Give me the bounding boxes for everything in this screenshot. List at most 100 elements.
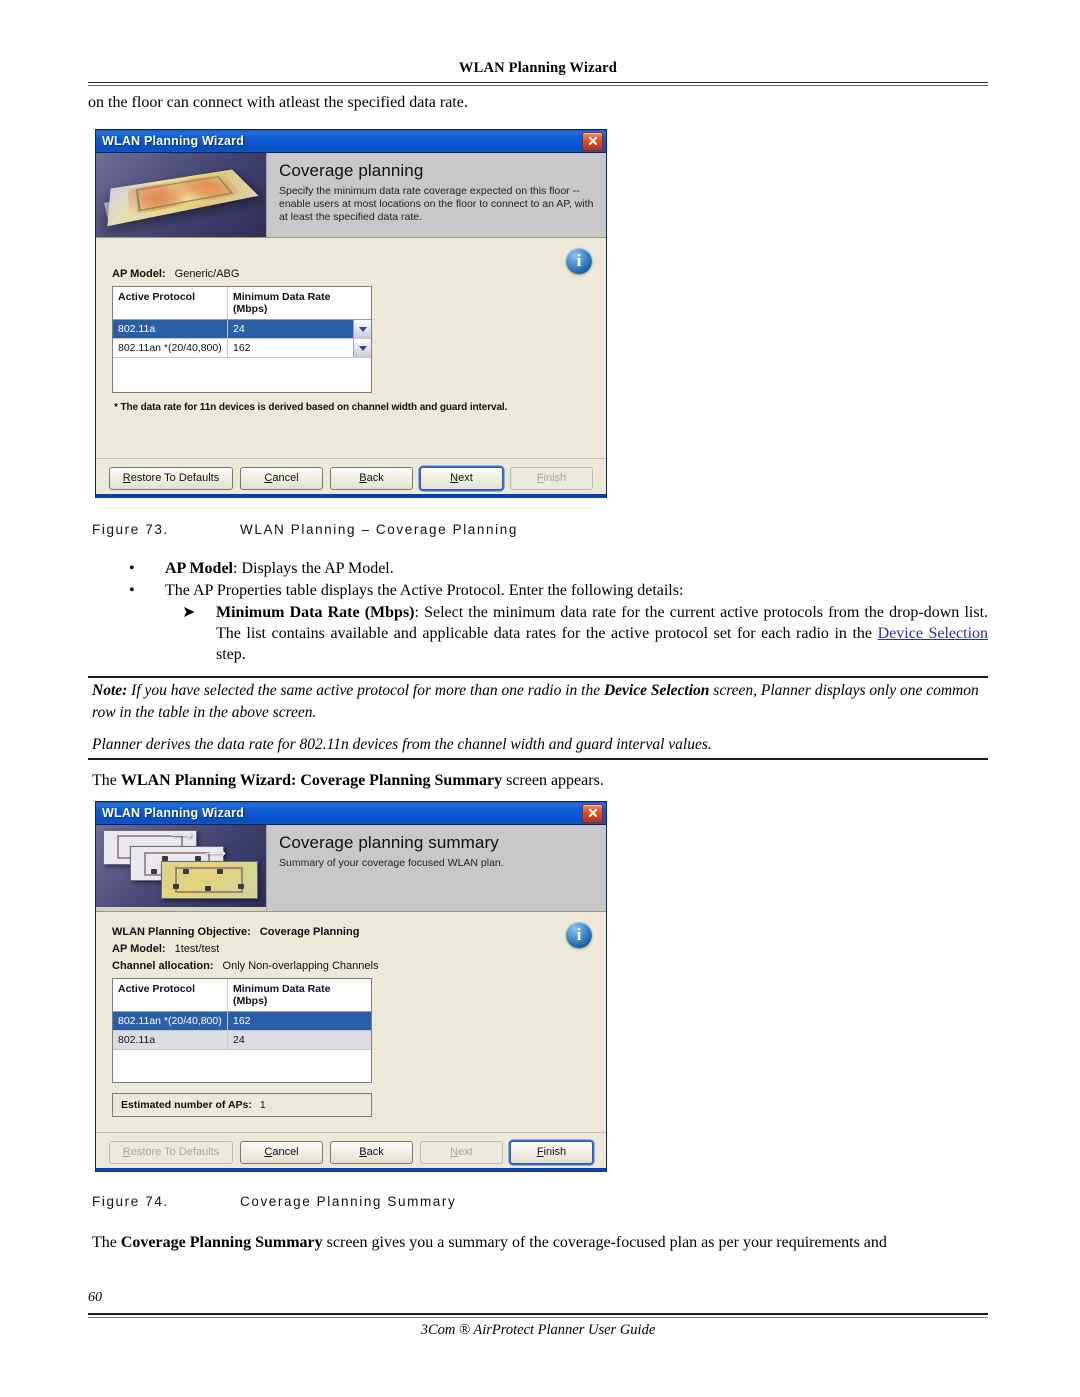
estimated-aps-label: Estimated number of APs: bbox=[121, 1099, 252, 1111]
objective-value: Coverage Planning bbox=[259, 926, 360, 938]
column-header-active-protocol: Active Protocol bbox=[113, 287, 228, 319]
table-empty-area bbox=[113, 1050, 371, 1082]
closing-pre: The bbox=[92, 1234, 121, 1251]
cell-protocol: 802.11an *(20/40,800) bbox=[113, 339, 228, 357]
cell-data-rate: 24 bbox=[233, 1034, 245, 1046]
figure-73-text: WLAN Planning – Coverage Planning bbox=[240, 522, 518, 537]
cell-data-rate: 162 bbox=[233, 1015, 251, 1027]
cell-data-rate[interactable]: 24 bbox=[228, 320, 371, 338]
cell-protocol: 802.11a bbox=[113, 320, 228, 338]
column-header-minimum-data-rate: Minimum Data Rate (Mbps) bbox=[233, 983, 331, 1007]
info-icon[interactable]: i bbox=[566, 922, 592, 948]
chevron-down-icon[interactable] bbox=[353, 320, 371, 338]
dialog1-banner-description: Specify the minimum data rate coverage e… bbox=[279, 185, 594, 223]
table-row[interactable]: 802.11an *(20/40,800) 162 bbox=[113, 339, 371, 358]
dialog2-banner: ⟶ ⟶ Coverage planning summary Summary of… bbox=[96, 825, 606, 912]
dialog2-ap-model-row: AP Model: 1test/test bbox=[112, 943, 594, 955]
bullet-2: • The AP Properties table displays the A… bbox=[129, 582, 684, 599]
table-row[interactable]: 802.11an *(20/40,800) 162 bbox=[113, 1012, 371, 1031]
dialog2-button-bar: Restore To Defaults Cancel Back Next Fin… bbox=[96, 1132, 606, 1172]
finish-button: Finish bbox=[510, 466, 593, 490]
back-button[interactable]: Back bbox=[330, 466, 413, 490]
bullet-2-text: The AP Properties table displays the Act… bbox=[165, 582, 684, 599]
note-paragraph-1: Note: If you have selected the same acti… bbox=[92, 680, 988, 724]
sub-bullet-rest-3: step. bbox=[216, 646, 246, 663]
lead-in-post: screen appears. bbox=[502, 772, 604, 789]
estimated-aps-value: 1 bbox=[259, 1099, 266, 1111]
finish-button[interactable]: Finish bbox=[510, 1140, 593, 1164]
dialog1-title: WLAN Planning Wizard bbox=[102, 134, 245, 148]
coverage-planning-summary-dialog[interactable]: WLAN Planning Wizard ⟶ ⟶ Coverage planni… bbox=[95, 801, 607, 1172]
running-header: WLAN Planning Wizard bbox=[458, 60, 618, 76]
bullet-1-bold: AP Model bbox=[165, 560, 233, 577]
back-button[interactable]: Back bbox=[330, 1140, 413, 1164]
wlan-objective-row: WLAN Planning Objective: Coverage Planni… bbox=[112, 926, 594, 938]
chevron-down-icon[interactable] bbox=[353, 339, 371, 357]
next-button[interactable]: Next bbox=[420, 466, 503, 490]
dialog2-titlebar: WLAN Planning Wizard bbox=[96, 802, 606, 825]
table-row[interactable]: 802.11a 24 bbox=[113, 320, 371, 339]
close-icon[interactable] bbox=[582, 803, 603, 823]
dialog1-content: i AP Model: Generic/ABG Active Protocol … bbox=[96, 238, 606, 492]
figure-74-caption: Figure 74. Coverage Planning Summary bbox=[92, 1194, 456, 1209]
intro-paragraph: on the floor can connect with atleast th… bbox=[88, 94, 468, 111]
sub-bullet-1: ➤ Minimum Data Rate (Mbps): Select the m… bbox=[182, 604, 989, 663]
restore-to-defaults-button[interactable]: Restore To Defaults bbox=[109, 466, 233, 490]
note-label: Note: bbox=[92, 682, 128, 699]
close-icon[interactable] bbox=[582, 131, 603, 151]
figure-74-number: Figure 74. bbox=[92, 1194, 169, 1209]
coverage-planning-dialog[interactable]: WLAN Planning Wizard Coverage planning S… bbox=[95, 129, 607, 498]
next-button: Next bbox=[420, 1140, 503, 1164]
note-device-selection: Device Selection bbox=[603, 682, 710, 699]
cancel-button[interactable]: Cancel bbox=[240, 1140, 323, 1164]
note-line1-a: If you have selected the same active pro… bbox=[127, 682, 604, 699]
table-empty-area bbox=[113, 358, 371, 392]
dialog1-banner-text: Coverage planning Specify the minimum da… bbox=[266, 153, 606, 237]
figure-73-number: Figure 73. bbox=[92, 522, 169, 537]
dialog1-titlebar: WLAN Planning Wizard bbox=[96, 130, 606, 153]
cancel-button[interactable]: Cancel bbox=[240, 466, 323, 490]
page-number: 60 bbox=[88, 1290, 102, 1305]
summary-protocol-table: Active Protocol Minimum Data Rate (Mbps)… bbox=[112, 978, 372, 1083]
ap-model-label: AP Model: bbox=[112, 268, 166, 280]
note-paragraph-2: Planner derives the data rate for 802.11… bbox=[92, 736, 712, 753]
lead-in-paragraph: The WLAN Planning Wizard: Coverage Plann… bbox=[92, 770, 988, 791]
cell-protocol: 802.11a bbox=[113, 1031, 228, 1049]
figure-74-text: Coverage Planning Summary bbox=[240, 1194, 457, 1209]
info-icon[interactable]: i bbox=[566, 248, 592, 274]
restore-to-defaults-button: Restore To Defaults bbox=[109, 1140, 233, 1164]
header-rule-thin bbox=[88, 85, 988, 86]
table-header-row: Active Protocol Minimum Data Rate (Mbps) bbox=[113, 979, 371, 1012]
dialog2-content: i WLAN Planning Objective: Coverage Plan… bbox=[96, 912, 606, 1166]
device-selection-link[interactable]: Device Selection bbox=[878, 625, 988, 642]
table-row[interactable]: 802.11a 24 bbox=[113, 1031, 371, 1050]
figure-73-caption: Figure 73. WLAN Planning – Coverage Plann… bbox=[92, 522, 518, 537]
footer-text: 3Com ® AirProtect Planner User Guide bbox=[420, 1322, 656, 1338]
floorplan-heatmap-image bbox=[96, 153, 266, 237]
column-header-active-protocol: Active Protocol bbox=[113, 979, 228, 1011]
closing-paragraph: The Coverage Planning Summary screen giv… bbox=[92, 1232, 988, 1253]
estimated-aps-box: Estimated number of APs: 1 bbox=[112, 1093, 372, 1117]
dialog2-banner-description: Summary of your coverage focused WLAN pl… bbox=[279, 857, 504, 869]
dialog1-footnote: * The data rate for 11n devices is deriv… bbox=[114, 402, 508, 413]
cell-protocol: 802.11an *(20/40,800) bbox=[113, 1012, 228, 1030]
active-protocol-table[interactable]: Active Protocol Minimum Data Rate (Mbps)… bbox=[112, 286, 372, 393]
dialog2-banner-heading: Coverage planning summary bbox=[279, 833, 499, 852]
channel-allocation-row: Channel allocation: Only Non-overlapping… bbox=[112, 960, 594, 972]
stacked-floorplans-image: ⟶ ⟶ bbox=[96, 825, 266, 907]
note-bottom-rule bbox=[88, 758, 988, 760]
footer-rule bbox=[88, 1313, 988, 1315]
lead-in-pre: The bbox=[92, 772, 121, 789]
channel-allocation-label: Channel allocation: bbox=[112, 960, 214, 972]
cell-data-rate[interactable]: 162 bbox=[228, 339, 371, 357]
note-line1-b: screen, Planner displays only one bbox=[709, 682, 923, 699]
dialog1-banner-heading: Coverage planning bbox=[279, 161, 424, 180]
dialog1-button-bar: Restore To Defaults Cancel Back Next Fin… bbox=[96, 458, 606, 498]
sub-bullet-rest-1: : Select the minimum data rate for the c… bbox=[414, 604, 960, 621]
dialog1-ap-model-row: AP Model: Generic/ABG bbox=[112, 268, 594, 280]
channel-allocation-value: Only Non-overlapping Channels bbox=[222, 960, 379, 972]
column-header-minimum-data-rate: Minimum Data Rate (Mbps) bbox=[233, 291, 331, 315]
bullet-1: • AP Model: Displays the AP Model. bbox=[129, 560, 394, 577]
bullet-1-rest: : Displays the AP Model. bbox=[233, 560, 394, 577]
lead-in-bold: WLAN Planning Wizard: Coverage Planning … bbox=[120, 772, 503, 789]
